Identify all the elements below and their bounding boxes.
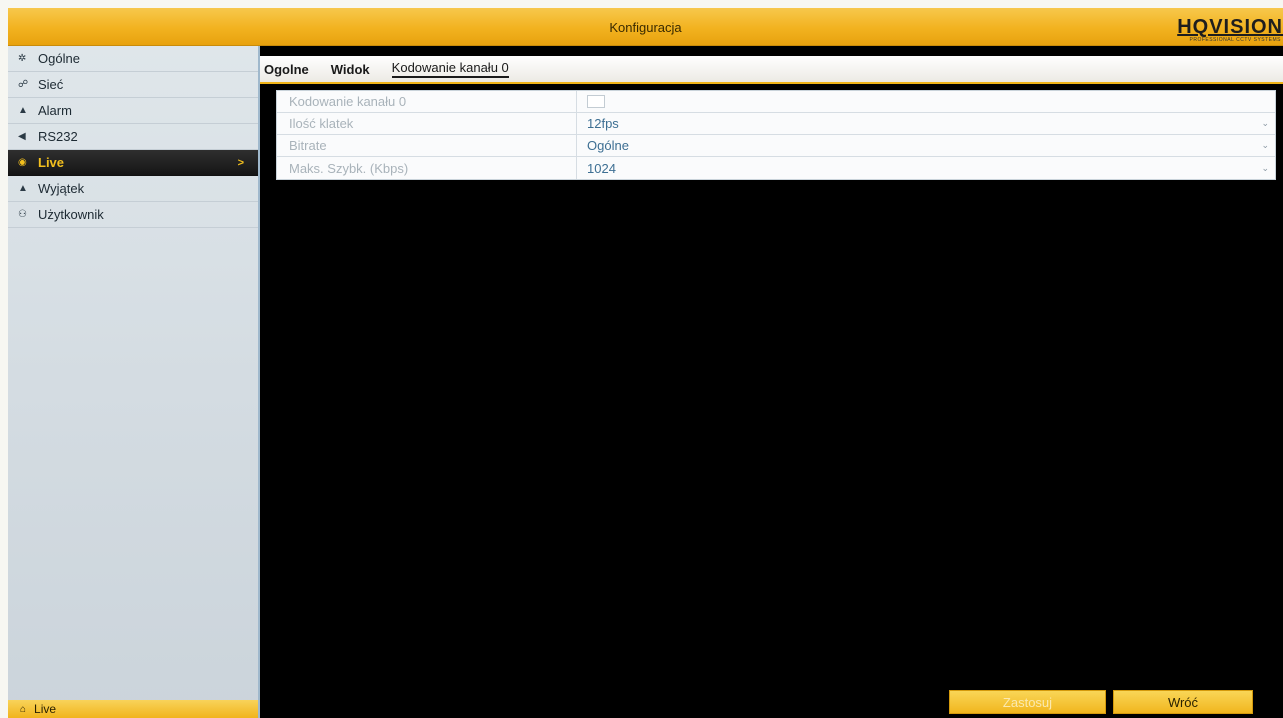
settings-row: Kodowanie kanału 0: [277, 91, 1275, 113]
tab-widok[interactable]: Widok: [331, 62, 370, 77]
chevron-down-icon: ⌄: [1261, 140, 1269, 150]
settings-row: Ilość klatek 12fps ⌄: [277, 113, 1275, 135]
setting-label: Ilość klatek: [277, 113, 577, 134]
channel-encoding-checkbox[interactable]: [587, 95, 605, 108]
chevron-right-icon: >: [237, 156, 244, 169]
sidebar-item-siec[interactable]: ☍ Sieć: [8, 72, 258, 98]
eye-icon: ◉: [18, 157, 27, 168]
sidebar-item-label: Live: [38, 155, 65, 170]
sidebar-item-live[interactable]: ◉ Live >: [8, 150, 258, 176]
sidebar-item-label: RS232: [38, 129, 78, 144]
window-title: Konfiguracja: [609, 20, 682, 35]
max-bitrate-select[interactable]: 1024 ⌄: [577, 157, 1275, 179]
setting-label: Kodowanie kanału 0: [277, 91, 577, 112]
select-value: 1024: [587, 160, 616, 176]
sidebar-item-label: Ogólne: [38, 51, 80, 66]
sidebar-item-uzytkownik[interactable]: ⚇ Użytkownik: [8, 202, 258, 228]
select-value: 12fps: [587, 116, 619, 131]
live-view-label: Live: [34, 702, 57, 716]
sidebar-item-label: Sieć: [38, 77, 64, 92]
setting-value: [577, 91, 1275, 112]
serial-icon: ◀: [18, 131, 26, 142]
sidebar-item-label: Użytkownik: [38, 207, 104, 222]
sidebar-item-label: Alarm: [38, 103, 72, 118]
settings-table: Kodowanie kanału 0 Ilość klatek 12fps ⌄ …: [276, 90, 1276, 180]
home-icon: ⌂: [20, 703, 27, 715]
setting-label: Bitrate: [277, 135, 577, 156]
title-bar: Konfiguracja HQVISION PROFESSIONAL CCTV …: [8, 8, 1283, 46]
sidebar-item-alarm[interactable]: ▲ Alarm: [8, 98, 258, 124]
tab-bar: Ogolne Widok Kodowanie kanału 0: [260, 56, 1283, 84]
bitrate-select[interactable]: Ogólne ⌄: [577, 135, 1275, 156]
sidebar: ✲ Ogólne ☍ Sieć ▲ Alarm ◀ RS232 ◉ Live >…: [8, 46, 260, 718]
setting-label: Maks. Szybk. (Kbps): [277, 157, 577, 179]
select-value: Ogólne: [587, 138, 629, 153]
sidebar-item-wyjatek[interactable]: ▲ Wyjątek: [8, 176, 258, 202]
apply-button[interactable]: Zastosuj: [949, 690, 1106, 714]
warning-icon: ▲: [18, 183, 28, 194]
tab-ogolne[interactable]: Ogolne: [264, 62, 309, 77]
chevron-down-icon: ⌄: [1261, 162, 1269, 173]
main-panel: Ogolne Widok Kodowanie kanału 0 Kodowani…: [260, 46, 1283, 718]
network-icon: ☍: [18, 79, 29, 90]
bell-icon: ▲: [18, 105, 28, 116]
settings-row: Bitrate Ogólne ⌄: [277, 135, 1275, 157]
brand-logo: HQVISION: [1177, 16, 1283, 38]
sidebar-item-rs232[interactable]: ◀ RS232: [8, 124, 258, 150]
back-button[interactable]: Wróć: [1113, 690, 1253, 714]
brand-tagline: PROFESSIONAL CCTV SYSTEMS: [1189, 37, 1281, 43]
live-view-button[interactable]: ⌂ Live: [8, 700, 258, 718]
users-icon: ⚇: [18, 209, 27, 220]
sidebar-item-ogolne[interactable]: ✲ Ogólne: [8, 46, 258, 72]
settings-row: Maks. Szybk. (Kbps) 1024 ⌄: [277, 157, 1275, 179]
sidebar-item-label: Wyjątek: [38, 181, 85, 196]
chevron-down-icon: ⌄: [1261, 118, 1269, 128]
frame-rate-select[interactable]: 12fps ⌄: [577, 113, 1275, 134]
tab-kodowanie-kanalu[interactable]: Kodowanie kanału 0: [391, 60, 509, 78]
gear-icon: ✲: [18, 53, 27, 64]
